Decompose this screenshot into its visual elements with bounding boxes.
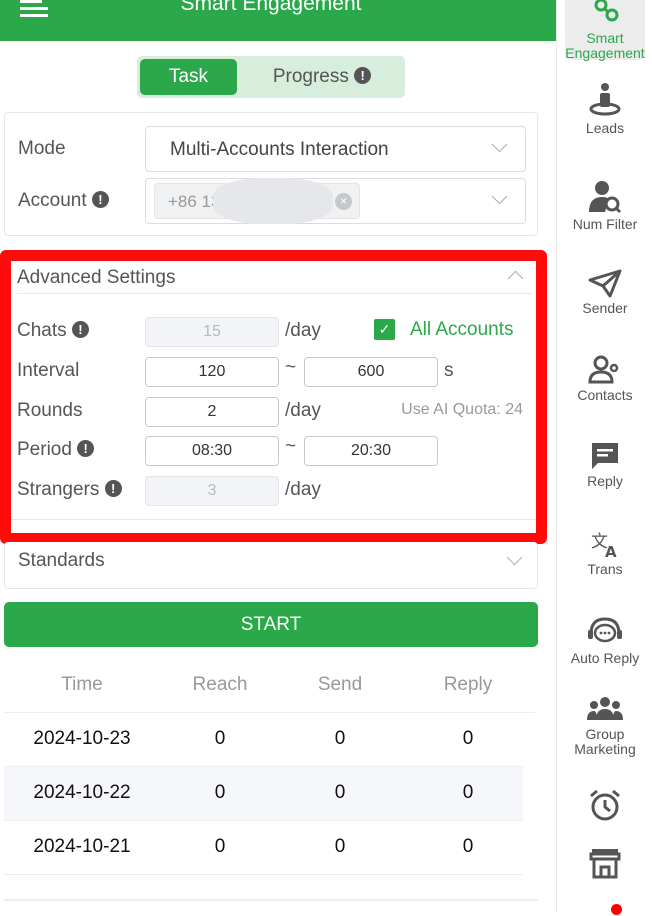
sidebar-item-label: Leads [585,120,625,136]
column-header-time: Time [61,674,103,695]
sidebar-item-label: Group Marketing [574,726,636,757]
table-row: 2024-10-23 0 0 0 [4,713,523,767]
group-icon [587,697,623,720]
sidebar-item-group-marketing[interactable]: Group Marketing [557,696,652,757]
tab-progress[interactable]: Progress ! [247,59,397,95]
column-header-reach: Reach [192,674,248,695]
cell-reply: 0 [462,782,474,803]
mode-label: Mode [18,138,66,159]
user-search-icon [589,181,622,214]
cell-reach: 0 [214,836,226,857]
store-icon [589,849,621,879]
column-header-reply: Reply [443,674,493,695]
tab-task[interactable]: Task [140,59,237,95]
sidebar-item-smart-engagement[interactable]: Smart Engagement [565,0,645,61]
paper-plane-icon [588,269,622,298]
chevron-down-icon [506,549,523,566]
partial-icon-with-badge[interactable] [601,902,622,916]
cell-time: 2024-10-21 [33,836,131,857]
chat-bubble-icon [592,443,618,469]
cell-send: 0 [334,782,346,803]
sidebar-item-num-filter[interactable]: Num Filter [557,180,652,232]
contacts-icon [588,355,619,384]
cell-reply: 0 [462,728,474,749]
sidebar-item-reply[interactable]: Reply [557,441,652,489]
account-label: Account ! [18,190,109,212]
headset-chat-icon [588,617,622,643]
tab-progress-label: Progress [272,66,349,87]
sidebar-item-leads[interactable]: Leads [557,82,652,136]
translate-icon: 文A [591,532,617,559]
redaction-blur [213,178,333,224]
mode-value: Multi-Accounts Interaction [170,139,389,160]
highlight-box [0,250,547,544]
mode-select[interactable]: Multi-Accounts Interaction [145,126,526,172]
cell-reach: 0 [214,782,226,803]
account-tag: +86 13 × [154,178,360,224]
cell-send: 0 [334,728,346,749]
chevron-down-icon [491,136,508,153]
cell-time: 2024-10-23 [33,728,131,749]
sidebar-item-label: Reply [587,473,623,489]
task-form: Mode Multi-Accounts Interaction Account … [4,112,538,236]
sidebar-item-label: Smart Engagement [565,30,645,61]
sidebar-item-label: Num Filter [572,216,638,232]
share-nodes-icon [594,0,619,22]
sidebar-item-store[interactable] [557,846,652,883]
cell-time: 2024-10-22 [33,782,131,803]
info-icon: ! [354,67,372,84]
person-pin-icon [589,83,621,116]
sidebar: Smart Engagement Leads Num Filter Sender… [556,0,652,915]
cell-send: 0 [334,836,346,857]
standards-section[interactable]: Standards [4,542,538,589]
table-row: 2024-10-21 0 0 0 [4,821,523,875]
table-scrollbar[interactable] [4,899,538,901]
start-button[interactable]: START [4,602,538,647]
account-select[interactable]: +86 13 × [145,178,526,224]
sidebar-item-trans[interactable]: 文A Trans [557,529,652,577]
remove-tag-icon[interactable]: × [335,193,352,210]
standards-title: Standards [18,550,105,571]
cell-reach: 0 [214,728,226,749]
sidebar-item-label: Auto Reply [570,650,640,666]
svg-text:A: A [605,543,617,559]
sidebar-item-auto-reply[interactable]: Auto Reply [557,616,652,666]
sidebar-item-contacts[interactable]: Contacts [557,355,652,403]
account-label-text: Account [18,190,87,211]
sidebar-item-label: Trans [587,561,623,577]
column-header-send: Send [317,674,363,695]
table-row: 2024-10-22 0 0 0 [4,767,523,821]
sidebar-item-label: Sender [582,300,628,316]
notification-badge [611,904,622,915]
page-title: Smart Engagement [180,0,362,15]
alarm-clock-icon [590,789,620,821]
chevron-down-icon [491,188,508,205]
sidebar-item-alarm[interactable] [557,788,652,827]
info-icon: ! [91,191,109,208]
tab-bar: Task Progress ! [137,56,405,98]
sidebar-item-sender[interactable]: Sender [557,268,652,316]
sidebar-item-label: Contacts [577,387,633,403]
app-header: Smart Engagement [0,0,556,41]
cell-reply: 0 [462,836,474,857]
